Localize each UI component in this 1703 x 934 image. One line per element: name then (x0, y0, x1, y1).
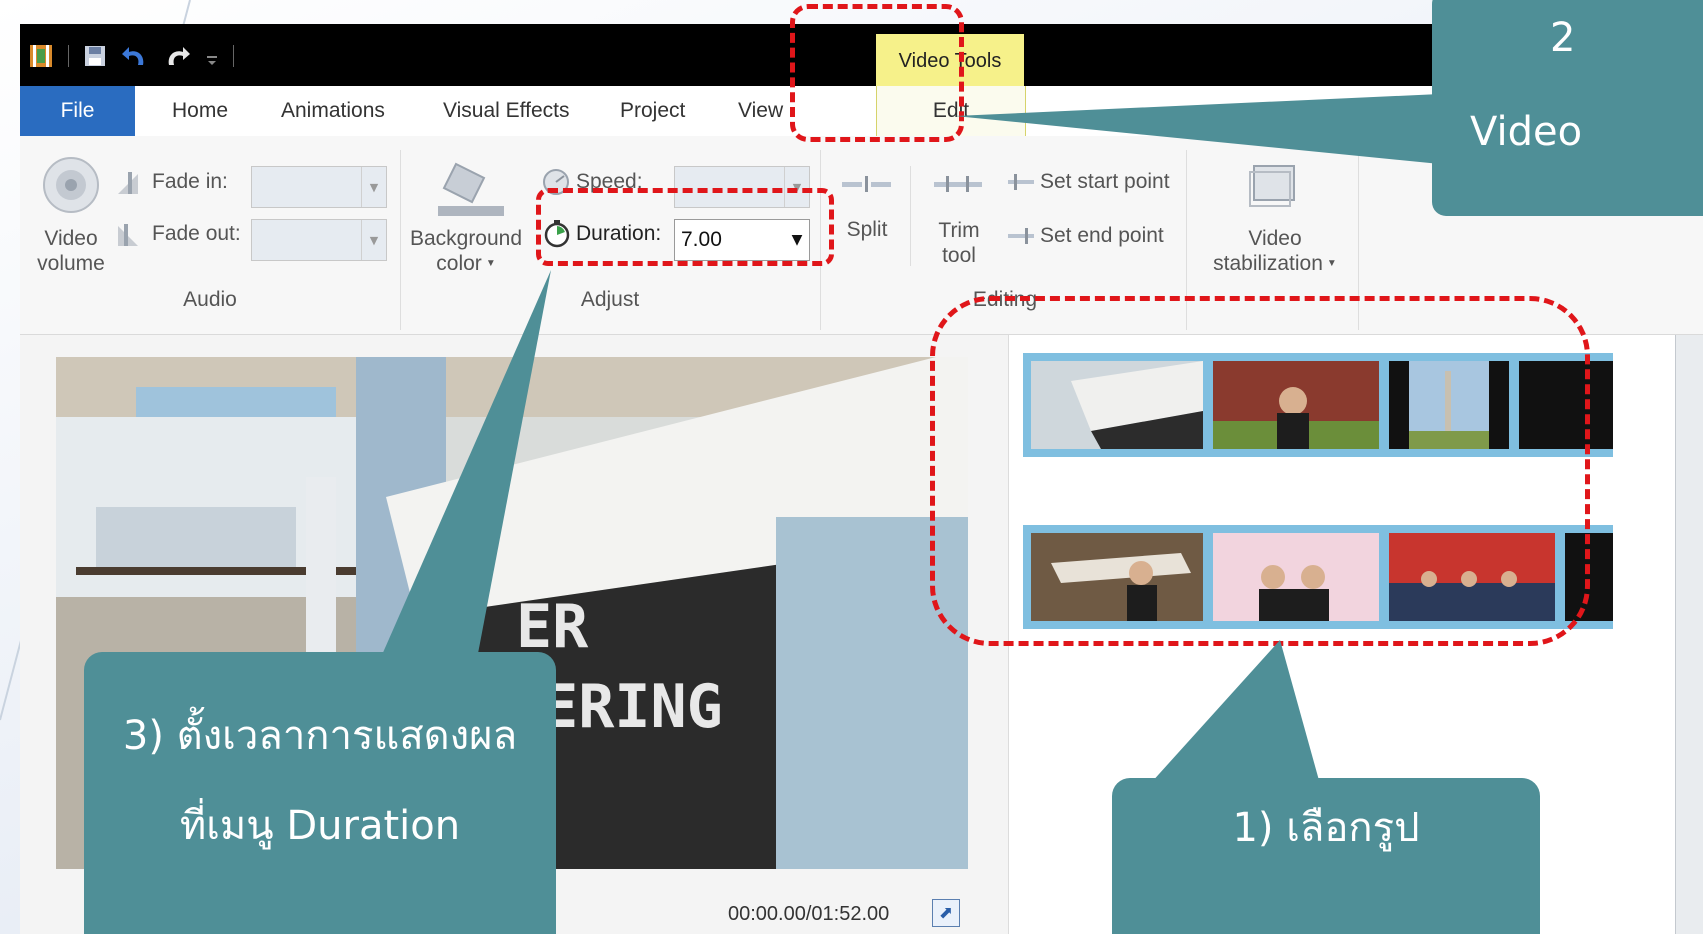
fullscreen-icon[interactable]: ⬈ (932, 899, 960, 927)
trim-tool-button[interactable]: Trim tool (924, 218, 994, 268)
fade-out-label: Fade out: (152, 222, 241, 245)
save-icon[interactable] (83, 44, 107, 68)
undo-icon[interactable] (121, 43, 149, 69)
callout-step2: 2 Video (1432, 0, 1703, 216)
chevron-down-icon: ▼ (361, 167, 386, 207)
video-stabilization-button[interactable]: Video stabilization ▼ (1200, 226, 1350, 276)
background-color-button[interactable]: Background color ▼ (402, 226, 530, 276)
chevron-down-icon: ▼ (1326, 258, 1337, 269)
trim-tool-label-2: tool (942, 244, 976, 267)
split-button[interactable]: Split (832, 218, 902, 242)
quick-access-toolbar (28, 42, 234, 70)
video-stabilization-icon (1249, 165, 1295, 207)
fade-in-label: Fade in: (152, 170, 228, 193)
set-start-icon (1008, 174, 1034, 190)
video-volume-button[interactable]: Video volume (36, 226, 106, 276)
fade-in-dropdown[interactable]: ▼ (251, 166, 387, 208)
group-divider (910, 166, 911, 266)
split-icon (842, 176, 891, 192)
background-color-label-2: color (436, 252, 482, 275)
storyboard-scrollbar[interactable] (1675, 335, 1703, 934)
storyboard-highlight (930, 296, 1590, 646)
redo-icon[interactable] (163, 43, 191, 69)
video-stabilization-label-1: Video (1248, 227, 1302, 250)
fade-out-dropdown[interactable]: ▼ (251, 219, 387, 261)
trim-tool-label-1: Trim (938, 219, 980, 242)
edit-tab-highlight (790, 4, 964, 142)
fade-in-icon (118, 172, 138, 194)
chevron-down-icon: ▼ (485, 258, 496, 269)
adjust-group-label: Adjust (580, 288, 640, 311)
callout-step2-line1: 2 (1550, 15, 1576, 61)
callout-step1: 1) เลือกรูป (1112, 778, 1540, 934)
set-start-point-button[interactable]: Set start point (1040, 170, 1170, 194)
film-icon[interactable] (28, 43, 54, 69)
duration-highlight (536, 188, 834, 266)
chevron-down-icon: ▼ (361, 220, 386, 260)
video-volume-label-2: volume (37, 252, 105, 275)
set-end-icon (1008, 228, 1034, 244)
audio-group-label: Audio (183, 288, 237, 311)
fade-out-icon (118, 224, 138, 246)
trim-icon (934, 176, 982, 192)
callout-step3-line1: 3) ตั้งเวลาการแสดงผล (122, 713, 518, 759)
customize-icon[interactable] (205, 43, 219, 69)
speaker-icon[interactable] (42, 156, 100, 214)
callout-step3-line2: ที่เมนู Duration (179, 803, 461, 849)
qat-separator (233, 45, 234, 67)
video-volume-label-1: Video (44, 227, 98, 250)
tab-project[interactable]: Project (620, 86, 685, 136)
tab-home[interactable]: Home (172, 86, 228, 136)
callout-step2-line2: Video (1470, 109, 1583, 155)
tab-animations[interactable]: Animations (281, 86, 385, 136)
paint-bucket-icon[interactable] (436, 156, 506, 218)
playback-timecode: 00:00.00/01:52.00 (728, 903, 890, 925)
set-end-point-button[interactable]: Set end point (1040, 224, 1164, 248)
group-divider (400, 150, 401, 330)
tab-view[interactable]: View (738, 86, 783, 136)
qat-separator (68, 45, 69, 67)
tab-visual-effects[interactable]: Visual Effects (443, 86, 569, 136)
tab-file[interactable]: File (20, 86, 135, 136)
video-stabilization-label-2: stabilization (1213, 252, 1323, 275)
callout-step1-text: 1) เลือกรูป (1232, 805, 1420, 851)
callout-step3: 3) ตั้งเวลาการแสดงผล ที่เมนู Duration (84, 652, 556, 934)
background-color-label-1: Background (409, 227, 523, 250)
